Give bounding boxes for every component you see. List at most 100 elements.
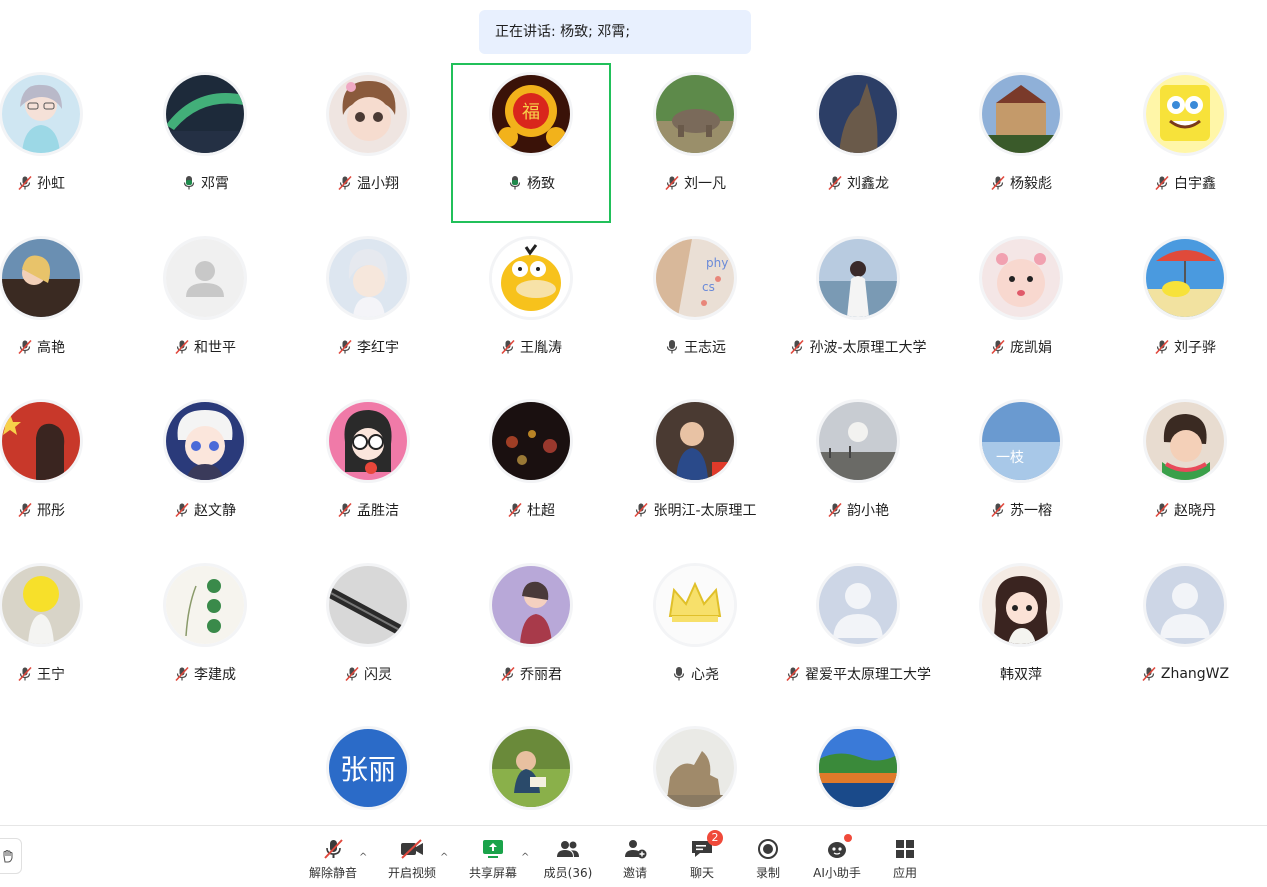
participant-tile[interactable]: ZhangWZ xyxy=(1105,554,1265,714)
video-options-caret[interactable]: ^ xyxy=(440,852,448,863)
participant-tile[interactable]: 高艳 xyxy=(0,227,121,387)
participant-tile[interactable]: 王胤涛 xyxy=(451,227,611,387)
chat-button[interactable]: 2 聊天 xyxy=(672,830,732,881)
participant-name-row: 和世平 xyxy=(174,337,236,357)
avatar xyxy=(166,566,244,644)
avatar xyxy=(819,566,897,644)
participant-tile[interactable]: 赵晓丹 xyxy=(1105,390,1265,550)
apps-icon xyxy=(896,840,914,858)
participant-tile[interactable] xyxy=(451,717,611,825)
participant-tile[interactable]: 杨毅彪 xyxy=(941,63,1101,223)
participant-tile[interactable]: 心尧 xyxy=(615,554,775,714)
participant-name: 翟爱平太原理工大学 xyxy=(805,667,931,683)
participant-tile[interactable]: 邓霄 xyxy=(125,63,285,223)
record-button[interactable]: 录制 xyxy=(738,838,798,881)
participant-tile[interactable] xyxy=(615,717,775,825)
participant-name: 邓霄 xyxy=(201,176,229,192)
participant-tile[interactable]: 韵小艳 xyxy=(778,390,938,550)
avatar xyxy=(492,239,570,317)
mic-muted-icon xyxy=(18,175,32,191)
avatar xyxy=(166,75,244,153)
avatar: 张丽 xyxy=(329,729,407,807)
participant-tile[interactable]: 张丽 xyxy=(288,717,448,825)
mic-muted-icon xyxy=(1142,666,1156,682)
avatar: phy cs xyxy=(656,239,734,317)
members-button[interactable]: 成员(36) xyxy=(538,838,598,881)
share-screen-button[interactable]: 共享屏幕 xyxy=(463,838,523,881)
raise-hand-button[interactable] xyxy=(0,838,22,874)
participant-tile[interactable]: 孙虹 xyxy=(0,63,121,223)
apps-label: 应用 xyxy=(892,866,917,880)
participant-name-row: 韩双萍 xyxy=(1000,664,1042,684)
apps-button[interactable]: 应用 xyxy=(875,838,935,881)
participant-tile[interactable]: 翟爱平太原理工大学 xyxy=(778,554,938,714)
participant-name: 张明江-太原理工 xyxy=(653,503,757,519)
participant-name-row: 刘鑫龙 xyxy=(827,173,889,193)
avatar xyxy=(656,729,734,807)
participant-tile[interactable]: 赵文静 xyxy=(125,390,285,550)
ai-assistant-button[interactable]: AI小助手 xyxy=(807,834,867,881)
participant-tile[interactable]: 刘子骅 xyxy=(1105,227,1265,387)
participant-name-row: 孟胜洁 xyxy=(337,500,399,520)
avatar xyxy=(329,566,407,644)
participant-name: 邢彤 xyxy=(37,503,65,519)
participant-name: 刘子骅 xyxy=(1174,340,1216,356)
record-icon xyxy=(758,839,778,859)
avatar xyxy=(1146,75,1224,153)
avatar: 一枝 xyxy=(982,402,1060,480)
audio-options-caret[interactable]: ^ xyxy=(359,852,367,863)
participant-tile[interactable] xyxy=(778,717,938,825)
avatar xyxy=(166,402,244,480)
avatar xyxy=(166,239,244,317)
record-label: 录制 xyxy=(755,866,780,880)
participant-tile[interactable]: 韩双萍 xyxy=(941,554,1101,714)
mic-muted-icon xyxy=(991,175,1005,191)
participant-tile[interactable]: 庞凯娟 xyxy=(941,227,1101,387)
share-options-caret[interactable]: ^ xyxy=(521,852,529,863)
avatar xyxy=(656,566,734,644)
participant-tile[interactable]: 张明江-太原理工 xyxy=(615,390,775,550)
unmute-button[interactable]: 解除静音 xyxy=(303,838,363,881)
participant-name-row: 翟爱平太原理工大学 xyxy=(785,664,931,684)
participant-name-row: 王宁 xyxy=(17,664,65,684)
avatar xyxy=(819,75,897,153)
participant-tile[interactable]: 福杨致 xyxy=(451,63,611,223)
invite-button[interactable]: 邀请 xyxy=(605,838,665,881)
participant-name-row: 赵晓丹 xyxy=(1154,500,1216,520)
mic-muted-icon xyxy=(175,666,189,682)
participant-tile[interactable]: 温小翔 xyxy=(288,63,448,223)
participant-tile[interactable]: 闪灵 xyxy=(288,554,448,714)
participant-tile[interactable]: 白宇鑫 xyxy=(1105,63,1265,223)
participant-name: 刘一凡 xyxy=(684,176,726,192)
participant-name-row: 王胤涛 xyxy=(500,337,562,357)
participant-tile[interactable]: 刘鑫龙 xyxy=(778,63,938,223)
participant-tile[interactable]: 一枝 苏一榕 xyxy=(941,390,1101,550)
participant-tile[interactable]: 孟胜洁 xyxy=(288,390,448,550)
participant-name-row: 闪灵 xyxy=(344,664,392,684)
participant-tile[interactable]: 王宁 xyxy=(0,554,121,714)
camera-off-icon xyxy=(401,839,423,859)
participant-name: 韵小艳 xyxy=(847,503,889,519)
mic-muted-icon xyxy=(175,339,189,355)
participant-tile[interactable]: phy cs 王志远 xyxy=(615,227,775,387)
participant-tile[interactable]: 邢彤 xyxy=(0,390,121,550)
participant-name-row: 温小翔 xyxy=(337,173,399,193)
participant-name-row: 孙虹 xyxy=(17,173,65,193)
start-video-button[interactable]: 开启视频 xyxy=(382,838,442,881)
avatar xyxy=(819,729,897,807)
avatar xyxy=(982,239,1060,317)
participant-tile[interactable]: 李建成 xyxy=(125,554,285,714)
avatar xyxy=(329,402,407,480)
participant-name-row: 杜超 xyxy=(507,500,555,520)
avatar xyxy=(656,75,734,153)
participant-tile[interactable]: 和世平 xyxy=(125,227,285,387)
participant-name-row: 张明江-太原理工 xyxy=(633,500,757,520)
mic-muted-icon xyxy=(1155,502,1169,518)
participant-tile[interactable]: 李红宇 xyxy=(288,227,448,387)
share-screen-icon xyxy=(483,840,503,858)
participant-tile[interactable]: 刘一凡 xyxy=(615,63,775,223)
participant-tile[interactable]: 孙波-太原理工大学 xyxy=(778,227,938,387)
participant-tile[interactable]: 乔丽君 xyxy=(451,554,611,714)
participant-tile[interactable]: 杜超 xyxy=(451,390,611,550)
participant-name: 孟胜洁 xyxy=(357,503,399,519)
